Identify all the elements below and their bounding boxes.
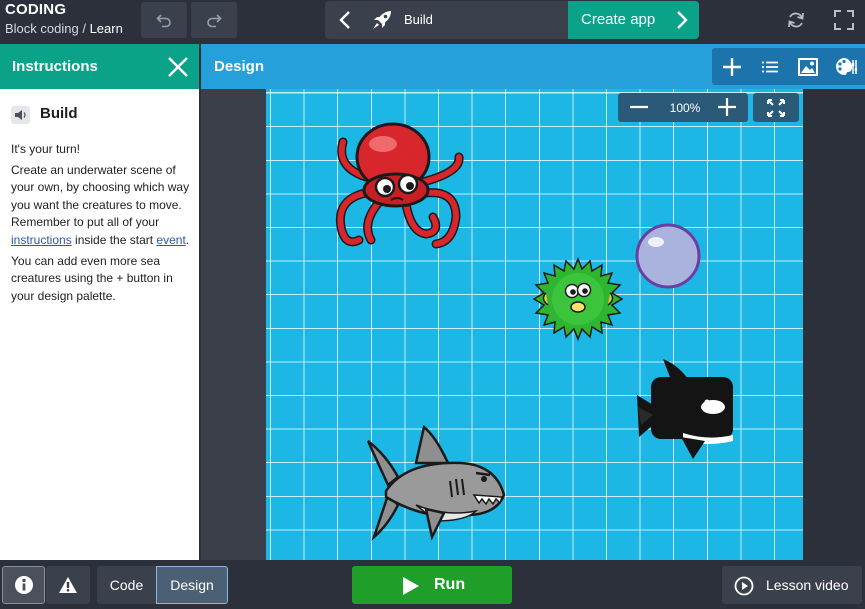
zoom-out-button[interactable] [626, 96, 652, 118]
zoom-controls: 100% [618, 93, 748, 122]
instructions-paragraph: You can add even more sea creatures usin… [11, 253, 173, 303]
pufferfish-sprite[interactable] [532, 257, 624, 341]
event-glossary-link[interactable]: event [156, 233, 185, 247]
previous-step-button[interactable] [325, 1, 365, 39]
read-aloud-button[interactable] [11, 106, 30, 124]
instructions-body: It's your turn! Create an underwater sce… [11, 141, 194, 308]
palette-icon [835, 57, 857, 75]
orca-sprite[interactable] [633, 355, 738, 461]
instructions-text: inside the start [71, 232, 157, 247]
refresh-icon [788, 12, 804, 28]
octopus-sprite[interactable] [331, 122, 466, 252]
rocket-icon [373, 11, 391, 29]
step-navigator: Build Create app [325, 1, 699, 39]
design-tab[interactable]: Design [156, 566, 228, 604]
plus-icon [723, 57, 741, 76]
design-stage[interactable] [266, 89, 803, 560]
step-label: Build [404, 12, 433, 27]
speaker-icon [15, 110, 26, 120]
instructions-header: Instructions [0, 44, 199, 89]
instructions-panel: Instructions Build It's your turn! Creat… [0, 44, 199, 560]
video-icon [734, 576, 754, 596]
add-object-button[interactable] [714, 48, 750, 85]
chevron-left-icon [339, 11, 350, 29]
instructions-text: . [185, 232, 190, 247]
shark-sprite[interactable] [366, 425, 508, 545]
fit-to-screen-button[interactable] [753, 93, 799, 122]
create-app-button[interactable]: Create app [568, 1, 699, 39]
instructions-title: Instructions [12, 58, 98, 75]
top-bar: CODING Block coding / Learn Build Create… [0, 0, 865, 40]
design-area-margin [803, 89, 865, 560]
design-title: Design [214, 58, 265, 75]
breadcrumb-current: Learn [89, 21, 123, 36]
breadcrumb-parent[interactable]: Block coding [5, 21, 79, 36]
breadcrumb: Block coding / Learn [5, 21, 123, 36]
info-icon [14, 576, 33, 594]
undo-button[interactable] [141, 2, 187, 38]
close-icon[interactable] [166, 55, 190, 79]
lesson-video-button[interactable]: Lesson video [722, 566, 862, 604]
lesson-video-label: Lesson video [766, 577, 849, 593]
image-icon [798, 57, 818, 76]
breadcrumb-separator: / [78, 21, 90, 36]
instructions-paragraph: It's your turn! [11, 142, 80, 156]
bottom-bar: Code Design Run Lesson video [0, 560, 865, 609]
run-button[interactable]: Run [352, 566, 512, 604]
list-icon [762, 61, 778, 72]
code-tab[interactable]: Code [97, 566, 156, 604]
undo-icon [156, 14, 171, 28]
refresh-button[interactable] [783, 8, 809, 32]
background-image-button[interactable] [790, 48, 826, 85]
redo-icon [207, 14, 222, 28]
zoom-level: 100% [669, 101, 701, 115]
bubble-sprite[interactable] [634, 222, 702, 290]
instructions-heading: Build [40, 105, 78, 122]
create-app-label: Create app [581, 11, 656, 28]
instructions-glossary-link[interactable]: instructions [11, 233, 72, 247]
appearance-settings-button[interactable] [828, 48, 864, 85]
plus-icon [718, 98, 736, 116]
chevron-right-icon [677, 11, 688, 29]
app-title: CODING [5, 1, 67, 18]
info-button[interactable] [2, 566, 45, 604]
object-list-button[interactable] [752, 48, 788, 85]
fit-icon [767, 98, 785, 117]
zoom-in-button[interactable] [714, 96, 740, 118]
warnings-button[interactable] [46, 566, 90, 604]
warning-icon [59, 577, 77, 593]
design-header: Design [201, 44, 865, 89]
run-label: Run [434, 576, 466, 593]
fullscreen-button[interactable] [831, 8, 857, 32]
instructions-text: Create an underwater scene of your own, … [11, 162, 190, 230]
play-icon [403, 577, 419, 595]
instructions-paragraph: Create an underwater scene of your own, … [11, 162, 194, 250]
fullscreen-icon [834, 10, 854, 30]
design-palette [712, 48, 865, 85]
redo-button[interactable] [191, 2, 237, 38]
minus-icon [630, 105, 648, 109]
